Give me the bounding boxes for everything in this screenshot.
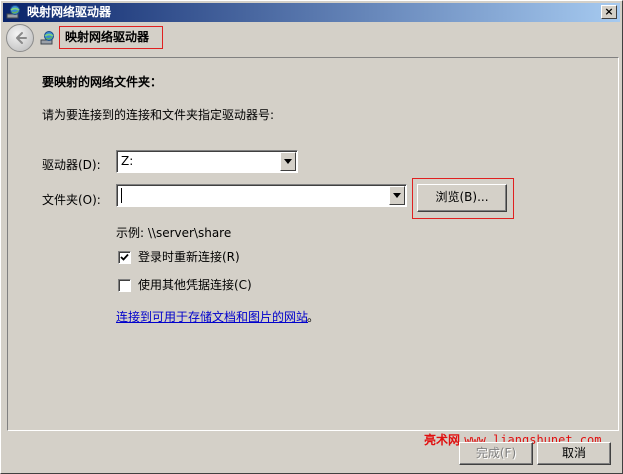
drive-select-value: Z: <box>121 154 134 168</box>
chevron-down-icon <box>393 193 401 198</box>
folder-input[interactable] <box>116 184 407 207</box>
reconnect-checkbox[interactable] <box>118 251 131 264</box>
text-caret <box>121 188 122 203</box>
connect-website-link[interactable]: 连接到可用于存储文档和图片的网站 <box>116 308 308 325</box>
example-text: 示例: \\server\share <box>116 226 232 240</box>
back-button[interactable] <box>6 24 34 52</box>
drive-dropdown-button[interactable] <box>280 152 296 171</box>
window-title: 映射网络驱动器 <box>27 5 112 19</box>
map-network-drive-window: 映射网络驱动器 × 映射网络驱动器 要映射的网络文件夹： 请为要连接到的连接和文… <box>0 0 623 474</box>
back-arrow-icon <box>16 32 27 44</box>
chevron-down-icon <box>284 159 292 164</box>
section-heading: 要映射的网络文件夹： <box>42 75 163 89</box>
link-period: 。 <box>307 310 320 324</box>
nav-title-highlight: 映射网络驱动器 <box>59 26 163 49</box>
drive-label: 驱动器(D): <box>42 158 101 172</box>
network-drive-icon <box>6 5 22 20</box>
instruction-text: 请为要连接到的连接和文件夹指定驱动器号: <box>42 108 275 122</box>
network-drive-icon <box>40 30 56 46</box>
other-credentials-checkbox[interactable] <box>118 279 131 292</box>
title-bar: 映射网络驱动器 × <box>3 3 620 22</box>
watermark-brand: 亮术网 <box>424 433 461 447</box>
browse-button[interactable]: 浏览(B)... <box>417 184 507 212</box>
folder-dropdown-button[interactable] <box>389 186 405 205</box>
drive-select[interactable]: Z: <box>116 150 298 173</box>
dialog-content: 要映射的网络文件夹： 请为要连接到的连接和文件夹指定驱动器号: 驱动器(D): … <box>7 57 619 431</box>
reconnect-label[interactable]: 登录时重新连接(R) <box>138 250 240 265</box>
finish-button[interactable]: 完成(F) <box>459 442 533 465</box>
folder-label: 文件夹(O): <box>42 193 101 207</box>
nav-title: 映射网络驱动器 <box>65 30 150 44</box>
checkmark-icon <box>120 253 129 261</box>
cancel-button[interactable]: 取消 <box>537 442 611 465</box>
navigation-bar: 映射网络驱动器 <box>3 22 620 56</box>
close-button[interactable]: × <box>601 5 617 19</box>
other-credentials-label[interactable]: 使用其他凭据连接(C) <box>138 278 252 293</box>
